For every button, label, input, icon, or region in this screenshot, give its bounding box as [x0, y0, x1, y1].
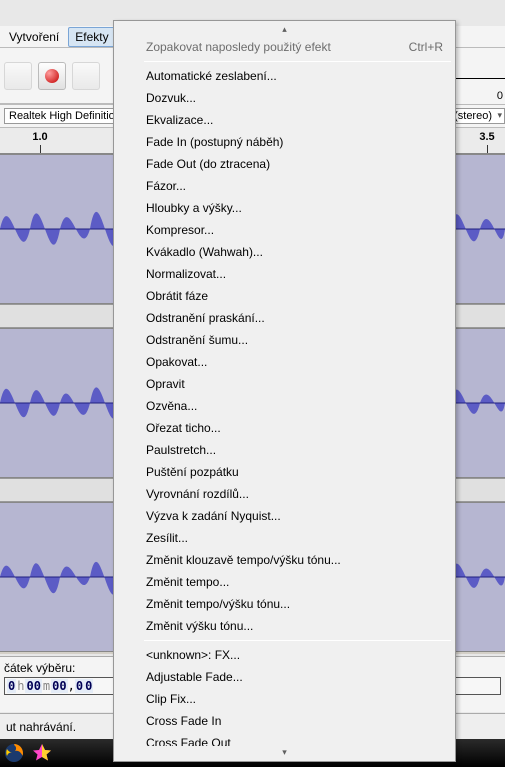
effects-menu: ▴ Zopakovat naposledy použitý efekt Ctrl+… [113, 20, 456, 762]
menu-item-v-zva-k-zad-n-nyquist[interactable]: Výzva k zadání Nyquist... [116, 505, 453, 527]
menu-item-normalizovat[interactable]: Normalizovat... [116, 263, 453, 285]
menu-item-adjustable-fade[interactable]: Adjustable Fade... [116, 666, 453, 688]
menu-item-kompresor[interactable]: Kompresor... [116, 219, 453, 241]
app-icon[interactable] [32, 743, 52, 763]
ruler-tick-label: 3.5 [479, 131, 494, 143]
menu-item-obr-tit-f-ze[interactable]: Obrátit fáze [116, 285, 453, 307]
stop-button[interactable] [72, 62, 100, 90]
menu-item-zm-nit-tempo[interactable]: Změnit tempo... [116, 571, 453, 593]
audacity-window: Vytvoření Efekty -12 0 Realtek High Defi… [0, 0, 505, 767]
menu-item-f-zor[interactable]: Fázor... [116, 175, 453, 197]
menu-separator [144, 640, 451, 641]
menu-item-zm-nit-klouzav-tempo-v-ku-t-nu[interactable]: Změnit klouzavě tempo/výšku tónu... [116, 549, 453, 571]
record-button[interactable] [38, 62, 66, 90]
menu-item-zm-nit-tempo-v-ku-t-nu[interactable]: Změnit tempo/výšku tónu... [116, 593, 453, 615]
transport-toolbar [0, 48, 120, 104]
menu-item-cross-fade-out[interactable]: Cross Fade Out [116, 732, 453, 746]
menu-item-clip-fix[interactable]: Clip Fix... [116, 688, 453, 710]
pause-button[interactable] [4, 62, 32, 90]
menu-item-opakovat[interactable]: Opakovat... [116, 351, 453, 373]
menu-item-repeat-last-effect: Zopakovat naposledy použitý efekt Ctrl+R [116, 36, 453, 58]
menu-generate[interactable]: Vytvoření [2, 27, 66, 47]
menu-item-ekvalizace[interactable]: Ekvalizace... [116, 109, 453, 131]
menu-item-shortcut: Ctrl+R [409, 40, 443, 54]
menu-effects[interactable]: Efekty [68, 27, 115, 47]
menu-item-pu-t-n-pozp-tku[interactable]: Puštění pozpátku [116, 461, 453, 483]
menu-item-fade-out-do-ztracena[interactable]: Fade Out (do ztracena) [116, 153, 453, 175]
menu-item-opravit[interactable]: Opravit [116, 373, 453, 395]
effects-menu-items: Zopakovat naposledy použitý efekt Ctrl+R A… [116, 36, 453, 746]
menu-item-automatick-zeslaben[interactable]: Automatické zeslabení... [116, 65, 453, 87]
menu-item-paulstretch[interactable]: Paulstretch... [116, 439, 453, 461]
menu-scroll-up[interactable]: ▴ [116, 23, 453, 36]
firefox-icon[interactable] [4, 743, 24, 763]
menu-item-odstran-n-umu[interactable]: Odstranění šumu... [116, 329, 453, 351]
menu-item-vyrovn-n-rozd-l[interactable]: Vyrovnání rozdílů... [116, 483, 453, 505]
menu-item-kv-kadlo-wahwah[interactable]: Kvákadlo (Wahwah)... [116, 241, 453, 263]
menu-separator [144, 61, 451, 62]
menu-item-label: Zopakovat naposledy použitý efekt [146, 40, 331, 54]
menu-item-zes-lit[interactable]: Zesílit... [116, 527, 453, 549]
menu-item-ozv-na[interactable]: Ozvěna... [116, 395, 453, 417]
channels-combo[interactable]: (stereo) [449, 108, 505, 124]
menu-item-hloubky-a-v-ky[interactable]: Hloubky a výšky... [116, 197, 453, 219]
db-label: 0 [497, 90, 503, 102]
menu-item-zm-nit-v-ku-t-nu[interactable]: Změnit výšku tónu... [116, 615, 453, 637]
status-text: ut nahrávání. [6, 720, 76, 734]
menu-item-odstran-n-prask-n[interactable]: Odstranění praskání... [116, 307, 453, 329]
menu-item-fade-in-postupn-n-b-h[interactable]: Fade In (postupný náběh) [116, 131, 453, 153]
menu-scroll-down[interactable]: ▾ [116, 746, 453, 759]
menu-item-dozvuk[interactable]: Dozvuk... [116, 87, 453, 109]
menu-item-cross-fade-in[interactable]: Cross Fade In [116, 710, 453, 732]
menu-item-o-ezat-ticho[interactable]: Ořezat ticho... [116, 417, 453, 439]
menu-item-unknown-fx[interactable]: <unknown>: FX... [116, 644, 453, 666]
ruler-tick-label: 1.0 [32, 131, 47, 143]
